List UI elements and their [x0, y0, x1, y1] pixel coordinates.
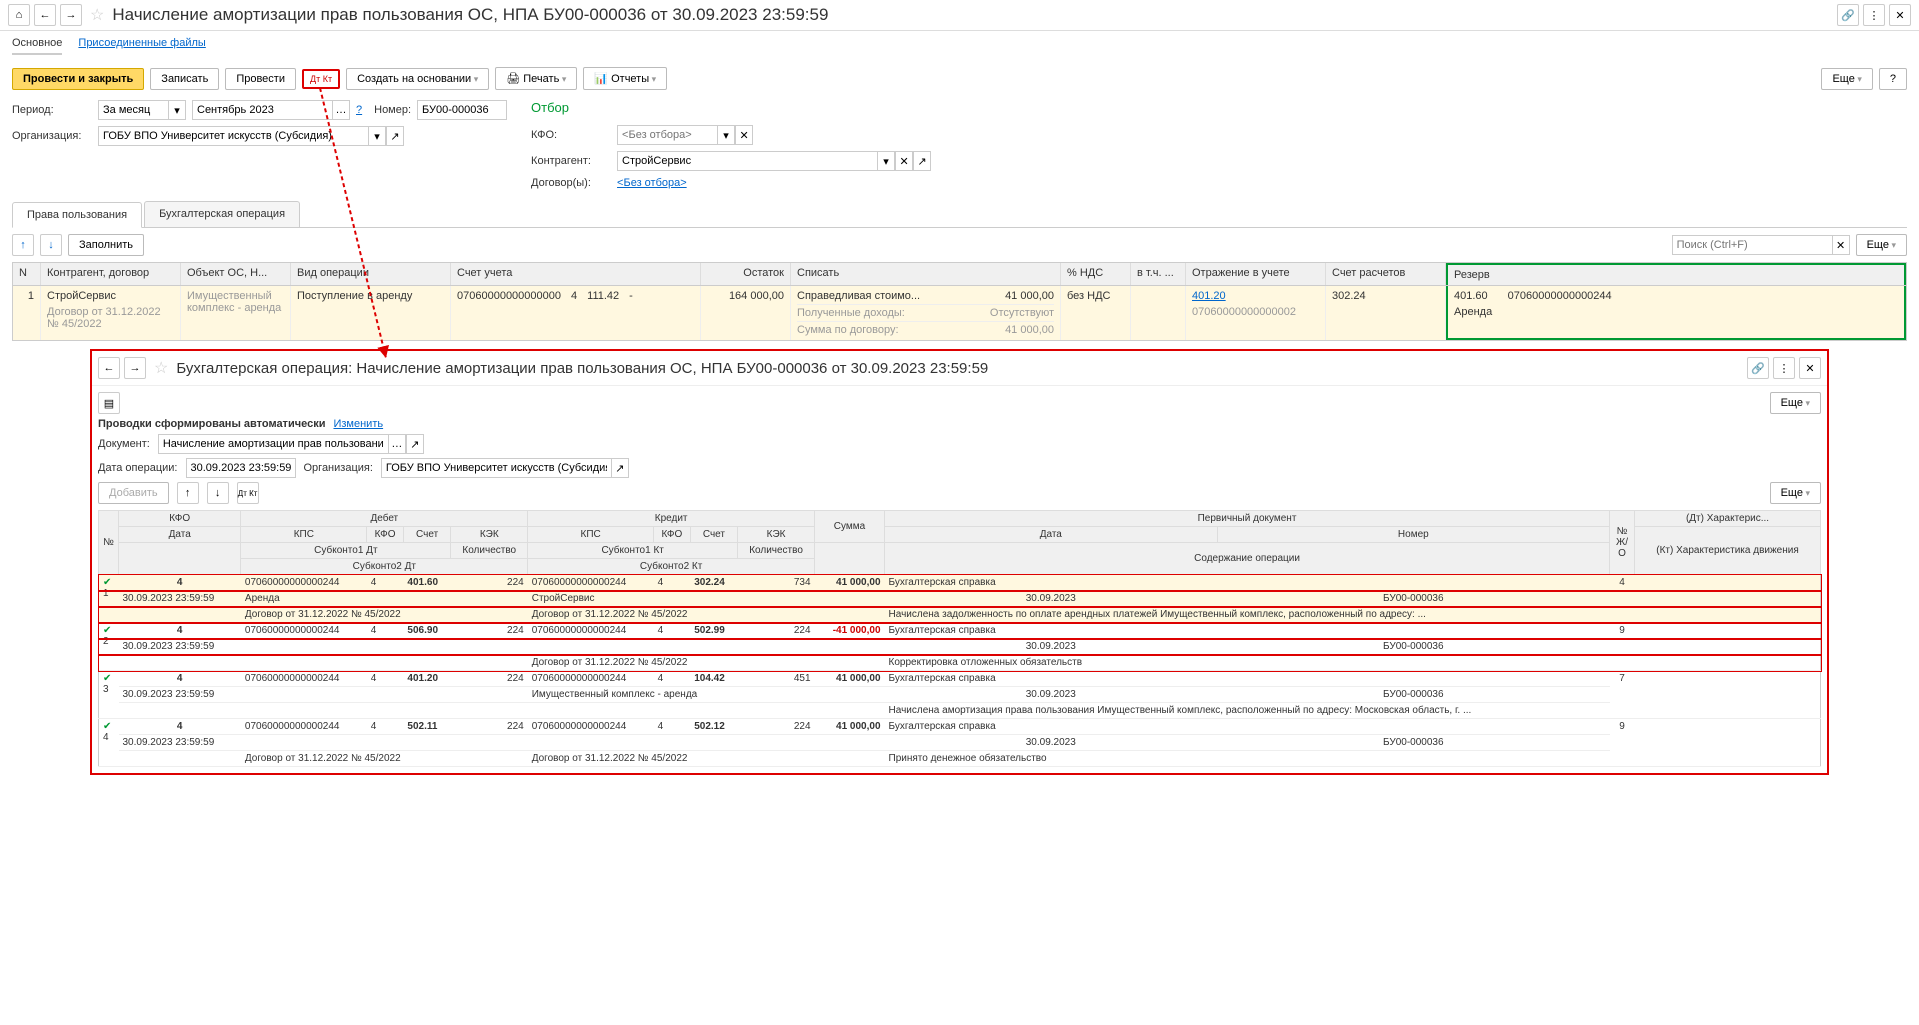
reports-button[interactable]: 📊 Отчеты [583, 67, 667, 90]
print-button[interactable]: 🖨 Печать [495, 67, 577, 90]
period-more-icon[interactable]: … [332, 100, 350, 120]
sub-dtkt-icon[interactable]: Дт Кт [237, 482, 259, 504]
kfo-dropdown-icon[interactable]: ▾ [717, 125, 735, 145]
sub-more-button[interactable]: Еще [1770, 392, 1821, 414]
sub-menu-icon[interactable]: ⋮ [1773, 357, 1795, 379]
move-down-icon[interactable]: ↓ [40, 234, 62, 256]
col-balance: Остаток [701, 263, 791, 285]
suborg-input[interactable] [381, 458, 611, 478]
link-icon[interactable]: 🔗 [1837, 4, 1859, 26]
col-object: Объект ОС, Н... [181, 263, 291, 285]
period-type-input[interactable] [98, 100, 168, 120]
help-button[interactable]: ? [1879, 68, 1907, 90]
sub-title: Бухгалтерская операция: Начисление аморт… [176, 360, 1743, 377]
posting-row[interactable]: ✔ 4 4 070600000000002444502.11224 070600… [99, 719, 1821, 735]
post-button[interactable]: Провести [225, 68, 296, 90]
search-clear-icon[interactable]: ✕ [1832, 235, 1850, 255]
col-incl: в т.ч. ... [1131, 263, 1186, 285]
sub-up-icon[interactable]: ↑ [177, 482, 199, 504]
nav-main[interactable]: Основное [12, 37, 62, 55]
opdate-label: Дата операции: [98, 462, 178, 474]
col-writeoff: Списать [791, 263, 1061, 285]
save-button[interactable]: Записать [150, 68, 219, 90]
post-close-button[interactable]: Провести и закрыть [12, 68, 144, 90]
grid-row[interactable]: 1 СтройСервис Договор от 31.12.2022 № 45… [13, 286, 1906, 340]
sub-down-icon[interactable]: ↓ [207, 482, 229, 504]
posting-grid: № КФО Дебет Кредит Сумма Первичный докум… [98, 510, 1821, 767]
suborg-label: Организация: [304, 462, 373, 474]
kfo-label: КФО: [531, 129, 611, 141]
counterparty-input[interactable] [617, 151, 877, 171]
grid-more-button[interactable]: Еще [1856, 234, 1907, 256]
org-dropdown-icon[interactable]: ▾ [368, 126, 386, 146]
period-value-input[interactable] [192, 100, 332, 120]
counterparty-dropdown-icon[interactable]: ▾ [877, 151, 895, 171]
org-open-icon[interactable]: ↗ [386, 126, 404, 146]
sub-link-icon[interactable]: 🔗 [1747, 357, 1769, 379]
col-counterparty: Контрагент, договор [41, 263, 181, 285]
opdate-input[interactable] [186, 458, 296, 478]
posting-row[interactable]: ✔ 3 4 070600000000002444401.20224 070600… [99, 671, 1821, 687]
menu-icon[interactable]: ⋮ [1863, 4, 1885, 26]
nav-attached[interactable]: Присоединенные файлы [78, 37, 205, 55]
period-help-icon[interactable]: ? [356, 104, 362, 116]
col-vat: % НДС [1061, 263, 1131, 285]
add-button[interactable]: Добавить [98, 482, 169, 504]
number-input[interactable] [417, 100, 507, 120]
dtkt-button[interactable]: Дт Кт [302, 69, 340, 89]
counterparty-open-icon[interactable]: ↗ [913, 151, 931, 171]
kfo-clear-icon[interactable]: ✕ [735, 125, 753, 145]
counterparty-label: Контрагент: [531, 155, 611, 167]
sub-grid-more-button[interactable]: Еще [1770, 482, 1821, 504]
counterparty-clear-icon[interactable]: ✕ [895, 151, 913, 171]
kfo-input[interactable] [617, 125, 717, 145]
col-reserve: Резерв [1446, 263, 1906, 285]
tab-rights[interactable]: Права пользования [12, 202, 142, 228]
change-link[interactable]: Изменить [333, 418, 383, 430]
main-grid: N Контрагент, договор Объект ОС, Н... Ви… [12, 262, 1907, 341]
create-based-button[interactable]: Создать на основании [346, 68, 489, 90]
contracts-link[interactable]: <Без отбора> [617, 177, 687, 189]
forward-icon[interactable]: → [60, 4, 82, 26]
fill-button[interactable]: Заполнить [68, 234, 144, 256]
col-reflection: Отражение в учете [1186, 263, 1326, 285]
col-operation: Вид операции [291, 263, 451, 285]
suborg-open-icon[interactable]: ↗ [611, 458, 629, 478]
favorite-star-icon[interactable]: ☆ [90, 5, 104, 25]
doc-open-icon[interactable]: ↗ [406, 434, 424, 454]
org-label: Организация: [12, 130, 92, 142]
posting-row[interactable]: ✔ 1 4 070600000000002444401.60224 070600… [99, 575, 1821, 591]
accounting-operation-window: ← → ☆ Бухгалтерская операция: Начисление… [90, 349, 1829, 775]
doc-label: Документ: [98, 438, 150, 450]
home-icon[interactable]: ⌂ [8, 4, 30, 26]
contracts-label: Договор(ы): [531, 177, 611, 189]
more-button[interactable]: Еще [1821, 68, 1872, 90]
sub-star-icon[interactable]: ☆ [154, 358, 168, 378]
col-account: Счет учета [451, 263, 701, 285]
period-type-dropdown-icon[interactable]: ▾ [168, 100, 186, 120]
sub-back-icon[interactable]: ← [98, 357, 120, 379]
close-icon[interactable]: ✕ [1889, 4, 1911, 26]
period-label: Период: [12, 104, 92, 116]
tab-accounting[interactable]: Бухгалтерская операция [144, 201, 300, 227]
page-title: Начисление амортизации прав пользования … [112, 5, 1833, 25]
posting-row[interactable]: ✔ 2 4 070600000000002444506.90224 070600… [99, 623, 1821, 639]
sub-doc-icon[interactable]: ▤ [98, 392, 120, 414]
col-n: N [13, 263, 41, 285]
col-settlement: Счет расчетов [1326, 263, 1446, 285]
search-input[interactable] [1672, 235, 1832, 255]
back-icon[interactable]: ← [34, 4, 56, 26]
number-label: Номер: [374, 104, 411, 116]
sub-forward-icon[interactable]: → [124, 357, 146, 379]
move-up-icon[interactable]: ↑ [12, 234, 34, 256]
sub-close-icon[interactable]: ✕ [1799, 357, 1821, 379]
org-input[interactable] [98, 126, 368, 146]
doc-input[interactable] [158, 434, 388, 454]
filter-title: Отбор [531, 100, 931, 115]
reflection-link[interactable]: 401.20 [1192, 290, 1226, 302]
doc-more-icon[interactable]: … [388, 434, 406, 454]
auto-postings-label: Проводки сформированы автоматически [98, 418, 325, 430]
